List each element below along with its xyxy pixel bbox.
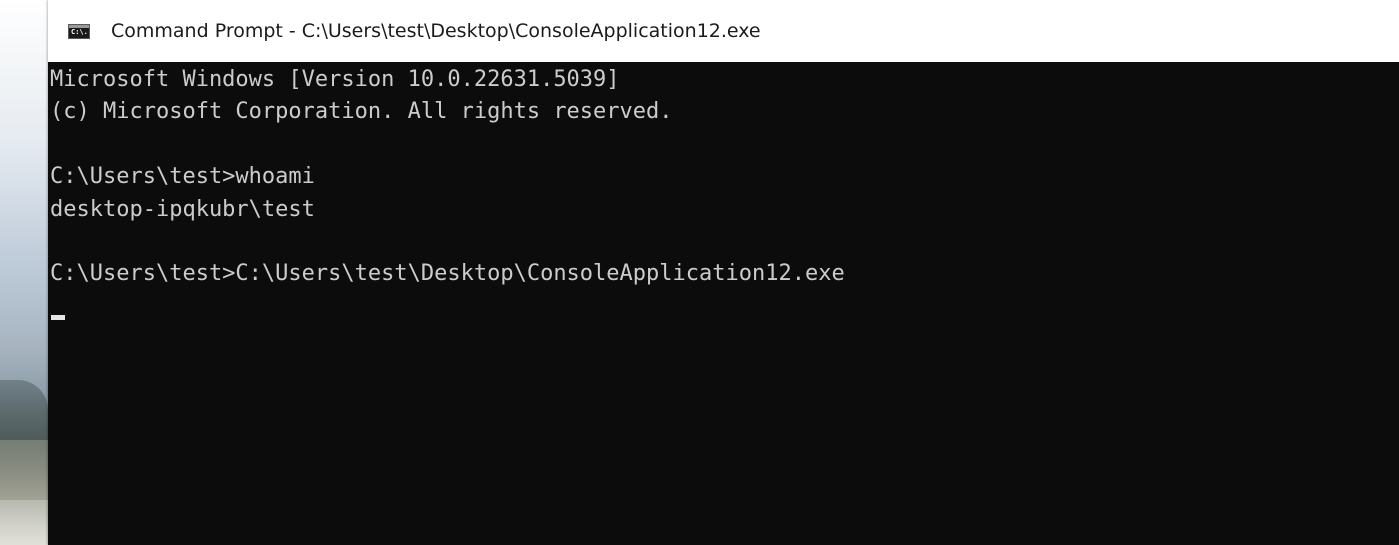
text-cursor: [51, 315, 65, 320]
command-prompt-window[interactable]: C:\. Command Prompt - C:\Users\test\Desk…: [48, 0, 1399, 545]
window-title: Command Prompt - C:\Users\test\Desktop\C…: [111, 20, 761, 42]
wallpaper-hill: [0, 380, 48, 440]
console-line: C:\Users\test>whoami: [50, 164, 315, 189]
wallpaper-hill: [0, 500, 48, 545]
console-line: C:\Users\test>C:\Users\test\Desktop\Cons…: [50, 261, 845, 286]
console-line: desktop-ipqkubr\test: [50, 197, 315, 222]
console-line: Microsoft Windows [Version 10.0.22631.50…: [50, 67, 620, 92]
console-line: (c) Microsoft Corporation. All rights re…: [50, 99, 673, 124]
title-bar[interactable]: C:\. Command Prompt - C:\Users\test\Desk…: [48, 0, 1399, 62]
console-output-area[interactable]: Microsoft Windows [Version 10.0.22631.50…: [48, 62, 1399, 545]
cmd-icon-glyph: C:\.: [71, 28, 88, 36]
wallpaper-hill: [0, 440, 48, 500]
desktop-wallpaper: [0, 0, 48, 545]
cmd-icon[interactable]: C:\.: [68, 24, 90, 39]
